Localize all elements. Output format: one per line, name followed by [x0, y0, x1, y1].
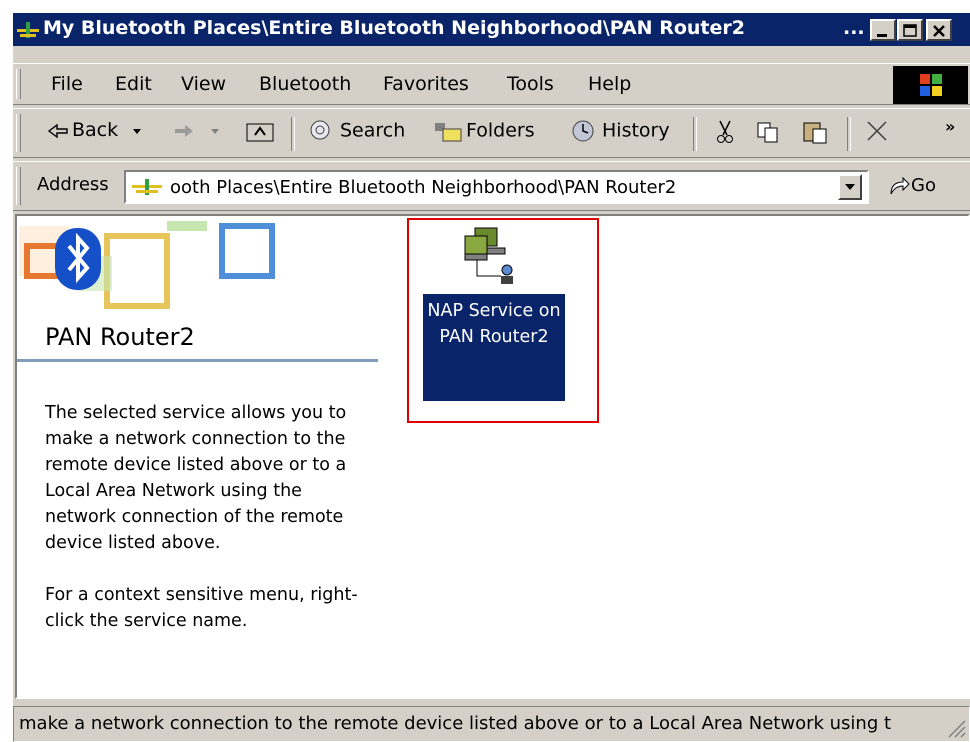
address-grip[interactable]: [16, 167, 21, 205]
toolbar-overflow-chevron[interactable]: »: [945, 117, 955, 136]
explorer-window: My Bluetooth Places\Entire Bluetooth Nei…: [13, 13, 970, 742]
copy-button[interactable]: [755, 119, 781, 150]
chevron-down-icon: [845, 184, 855, 190]
windows-logo: [893, 66, 968, 104]
address-dropdown-button[interactable]: [838, 174, 862, 200]
title-bar[interactable]: My Bluetooth Places\Entire Bluetooth Nei…: [13, 13, 970, 46]
menu-favorites[interactable]: Favorites: [383, 73, 469, 95]
toolbar-separator: [291, 117, 295, 151]
nap-service-item[interactable]: NAP Service on PAN Router2: [407, 218, 599, 423]
status-text: make a network connection to the remote …: [19, 713, 892, 734]
folders-label: Folders: [466, 119, 535, 142]
menu-view[interactable]: View: [181, 73, 226, 95]
history-icon: [572, 120, 594, 142]
address-label: Address: [37, 174, 109, 195]
go-label: Go: [911, 175, 936, 196]
forward-button[interactable]: [173, 119, 220, 141]
toolbar-separator: [847, 117, 851, 151]
menu-bluetooth[interactable]: Bluetooth: [259, 73, 351, 95]
up-folder-button[interactable]: [245, 119, 275, 148]
back-dropdown-icon[interactable]: [132, 128, 142, 136]
bluetooth-places-icon: [132, 179, 162, 195]
go-arrow-icon: [890, 176, 910, 195]
copy-icon: [757, 122, 778, 143]
title-divider: [17, 359, 378, 362]
search-label: Search: [340, 119, 406, 142]
go-button[interactable]: Go: [887, 174, 936, 198]
menu-tools[interactable]: Tools: [507, 73, 554, 95]
service-description: The selected service allows you to make …: [45, 403, 347, 553]
menu-grip[interactable]: [16, 69, 21, 99]
folders-icon: [435, 123, 462, 142]
cut-button[interactable]: [713, 119, 737, 150]
menu-help[interactable]: Help: [588, 73, 631, 95]
nap-service-label[interactable]: NAP Service on PAN Router2: [423, 294, 565, 401]
standard-toolbar: Back Search Folders History »: [13, 108, 970, 158]
status-bar: make a network connection to the remote …: [13, 706, 970, 742]
paste-button[interactable]: [801, 119, 829, 150]
delete-button[interactable]: [865, 119, 889, 148]
device-title: PAN Router2: [45, 323, 195, 351]
toolbar-separator: [693, 117, 697, 151]
back-arrow-icon: [47, 123, 68, 138]
folder-view: PAN Router2 The selected service allows …: [15, 214, 970, 699]
minimize-icon: [877, 34, 887, 37]
network-service-icon: [464, 227, 513, 284]
menu-edit[interactable]: Edit: [115, 73, 152, 95]
menu-file[interactable]: File: [51, 73, 83, 95]
history-button[interactable]: History: [569, 119, 670, 143]
forward-arrow-icon: [175, 124, 193, 137]
up-folder-icon: [246, 123, 274, 142]
scissors-icon: [717, 120, 733, 143]
address-input[interactable]: ooth Places\Entire Bluetooth Neighborhoo…: [124, 170, 869, 204]
bluetooth-banner-graphic: [17, 216, 377, 316]
toolbar-grip[interactable]: [16, 114, 21, 152]
forward-dropdown-icon: [211, 129, 220, 134]
folders-button[interactable]: Folders: [433, 119, 535, 143]
address-bar: Address ooth Places\Entire Bluetooth Nei…: [13, 161, 970, 211]
delete-x-icon: [867, 121, 887, 141]
search-button[interactable]: Search: [307, 119, 405, 143]
resize-grip-icon[interactable]: [943, 715, 967, 739]
search-icon: [310, 120, 330, 140]
close-icon: [933, 25, 945, 37]
maximize-icon: [903, 24, 917, 37]
context-menu-hint: For a context sensitive menu, right-clic…: [45, 585, 358, 631]
bluetooth-places-icon: [17, 22, 39, 38]
paste-icon: [803, 122, 827, 144]
close-button[interactable]: [926, 19, 952, 41]
back-button[interactable]: Back: [47, 119, 142, 141]
back-label: Back: [72, 119, 119, 141]
history-label: History: [602, 119, 670, 142]
minimize-button[interactable]: [870, 19, 896, 41]
title-ellipsis: ...: [843, 17, 865, 39]
address-value: ooth Places\Entire Bluetooth Neighborhoo…: [170, 177, 677, 198]
maximize-button[interactable]: [897, 19, 923, 41]
menu-bar: File Edit View Bluetooth Favorites Tools…: [13, 63, 970, 105]
window-title: My Bluetooth Places\Entire Bluetooth Nei…: [43, 17, 745, 39]
